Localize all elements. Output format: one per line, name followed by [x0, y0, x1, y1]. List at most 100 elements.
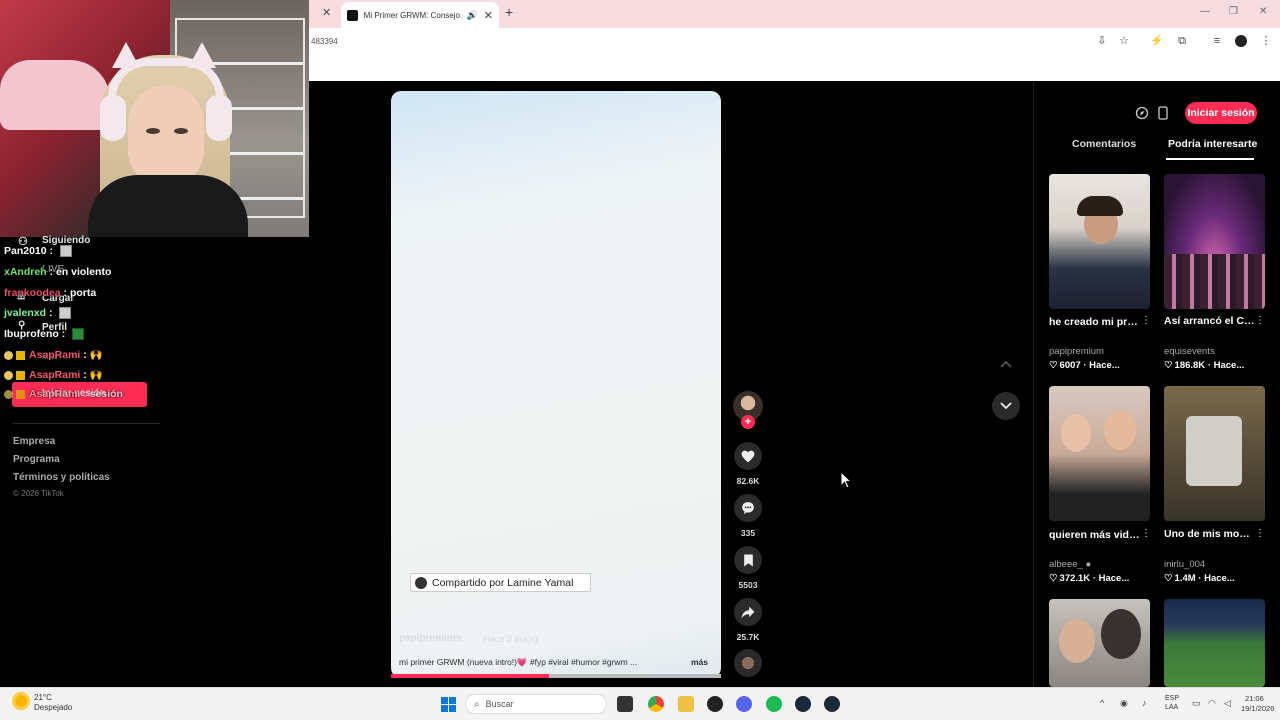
browser-tab[interactable]: Mi Primer GRWM: Consejo 🔊 ✕: [341, 2, 499, 28]
chevron-up-icon: [1000, 360, 1012, 368]
recommendation-title[interactable]: Uno de mis momentos más...: [1164, 528, 1258, 540]
weather-sun-icon[interactable]: [12, 692, 30, 710]
extension-icon[interactable]: ⚡: [1150, 34, 1164, 48]
shared-by-badge: Compartido por Lamine Yamal: [410, 573, 591, 592]
more-button[interactable]: más: [691, 657, 708, 667]
chat-message: frankoodea : porta: [4, 287, 97, 299]
recommendation-thumbnail[interactable]: [1164, 386, 1265, 521]
search-placeholder: Buscar: [485, 699, 514, 709]
more-options-icon[interactable]: ⋮: [1141, 528, 1151, 539]
previous-video-button[interactable]: [992, 350, 1020, 378]
windows-start-icon[interactable]: [441, 697, 456, 712]
more-options-icon[interactable]: ⋮: [1255, 315, 1265, 326]
copyright-text: © 2026 TikTok: [13, 489, 64, 498]
close-window-icon[interactable]: ✕: [1259, 6, 1267, 17]
recommendation-thumbnail[interactable]: [1164, 174, 1265, 309]
recommendation-author[interactable]: papipremium: [1049, 346, 1104, 357]
follow-button[interactable]: +: [741, 415, 755, 429]
url-text[interactable]: 483394: [311, 37, 338, 46]
more-options-icon[interactable]: ⋮: [1141, 315, 1151, 326]
recommendation-title[interactable]: he creado mi propio gta VI 💪 ...: [1049, 315, 1143, 328]
tab-comments[interactable]: Comentarios: [1072, 138, 1136, 150]
audio-playing-icon[interactable]: 🔊: [467, 10, 478, 21]
profile-avatar[interactable]: [1235, 35, 1247, 47]
bookmark-icon: [743, 554, 753, 566]
minimize-icon[interactable]: —: [1200, 6, 1210, 17]
wifi-icon[interactable]: ◠: [1208, 698, 1216, 709]
recommendation-thumbnail[interactable]: [1164, 599, 1265, 687]
chrome-icon[interactable]: [648, 696, 664, 712]
tiktok-header-bar: [309, 56, 1280, 81]
browser-menu-icon[interactable]: ⋮: [1259, 34, 1273, 48]
footer-link-program[interactable]: Programa: [13, 454, 60, 465]
heart-outline-icon: ♡: [1164, 573, 1173, 584]
discord-icon[interactable]: [736, 696, 752, 712]
footer-link-company[interactable]: Empresa: [13, 436, 55, 447]
spotify-icon[interactable]: [766, 696, 782, 712]
media-control-icon[interactable]: ≡: [1210, 34, 1224, 48]
chat-message: AsapRami : sesión: [4, 388, 123, 400]
close-tab-icon[interactable]: ✕: [322, 6, 331, 19]
task-view-icon[interactable]: [617, 696, 633, 712]
sub-badge-icon: [4, 370, 13, 380]
music-disc-icon[interactable]: [734, 649, 762, 677]
heart-outline-icon: ♡: [1049, 360, 1058, 371]
chat-message: Ibuprofeno :: [4, 328, 85, 341]
clock-date[interactable]: 19/1/2026: [1241, 704, 1274, 713]
video-username[interactable]: papipremium: [399, 633, 462, 644]
shared-by-text: Compartido por Lamine Yamal: [432, 576, 574, 589]
recommendation-thumbnail[interactable]: [1049, 386, 1150, 521]
new-tab-button[interactable]: +: [505, 4, 513, 20]
recommendation-stats: ♡ 186.8K · Hace...: [1164, 360, 1245, 371]
next-video-button[interactable]: [992, 392, 1020, 420]
share-icon: [741, 606, 755, 618]
recommendation-stats: ♡ 6007 · Hace...: [1049, 360, 1120, 371]
webcam-overlay: [0, 0, 309, 237]
install-app-icon[interactable]: ⇩: [1095, 34, 1109, 48]
keyboard-layout[interactable]: LAA: [1165, 704, 1178, 711]
recommendation-title[interactable]: quieren más videos así? 💗 🎤: [1049, 528, 1143, 541]
badge-icon: [16, 350, 25, 360]
compass-icon[interactable]: [1134, 105, 1150, 121]
extensions-puzzle-icon[interactable]: ⧉: [1175, 34, 1189, 48]
chat-message: Pan2010 :: [4, 245, 72, 258]
share-button[interactable]: [734, 598, 762, 626]
recommendation-thumbnail[interactable]: [1049, 174, 1150, 309]
emote-icon: [59, 245, 72, 258]
badge-icon: [16, 389, 25, 399]
recommendation-author[interactable]: equisevents: [1164, 346, 1215, 357]
recommendation-author[interactable]: inirlu_004: [1164, 559, 1205, 570]
app-icon[interactable]: [707, 696, 723, 712]
heart-outline-icon: ♡: [1049, 573, 1058, 584]
taskbar-search[interactable]: ⌕ Buscar: [465, 694, 607, 714]
volume-icon[interactable]: ◁: [1224, 698, 1231, 709]
recommendation-title[interactable]: Así arrancó el CUMPLE DEL AÑ...: [1164, 315, 1258, 327]
login-button[interactable]: Iniciar sesión: [1185, 102, 1257, 124]
comment-button[interactable]: [734, 494, 762, 522]
device-icon[interactable]: [1157, 105, 1169, 121]
recommendation-thumbnail[interactable]: [1049, 599, 1150, 687]
steam-icon[interactable]: [824, 696, 840, 712]
display-icon[interactable]: ▭: [1192, 698, 1201, 709]
tiktok-favicon-icon: [347, 9, 358, 21]
bookmark-star-icon[interactable]: ☆: [1117, 34, 1131, 48]
network-icon[interactable]: ◉: [1120, 698, 1128, 709]
close-tab-icon[interactable]: ✕: [484, 9, 493, 22]
restore-icon[interactable]: ❐: [1229, 6, 1238, 17]
footer-link-terms[interactable]: Términos y políticas: [13, 472, 110, 483]
more-options-icon[interactable]: ⋮: [1255, 528, 1265, 539]
file-explorer-icon[interactable]: [678, 696, 694, 712]
save-button[interactable]: [734, 546, 762, 574]
taskbar: [0, 687, 1280, 720]
sidebar-divider: [12, 423, 160, 424]
microphone-icon[interactable]: ♪: [1142, 698, 1147, 708]
comment-icon: [742, 502, 754, 514]
clock-time[interactable]: 21:06: [1245, 694, 1264, 703]
like-button[interactable]: [734, 442, 762, 470]
sub-badge-icon: [4, 389, 13, 399]
chevron-up-icon[interactable]: ^: [1100, 698, 1104, 708]
tab-recommendations[interactable]: Podría interesarte: [1168, 138, 1257, 150]
recommendation-author[interactable]: albeee_ ●: [1049, 559, 1091, 570]
keyboard-language[interactable]: ESP: [1165, 695, 1179, 702]
steam-icon[interactable]: [795, 696, 811, 712]
